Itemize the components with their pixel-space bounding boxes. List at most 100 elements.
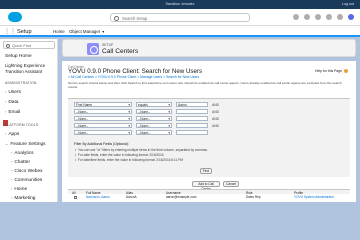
column-header-username[interactable]: Username [166,191,181,195]
page-title: Call Centers [102,48,139,55]
global-header: Search Setup [0,9,360,26]
chevron-right-icon: › [5,89,7,94]
row-checkbox[interactable] [74,196,77,199]
quick-find-input[interactable]: Quick Find [3,41,55,49]
tab-object-manager[interactable]: Object Manager [69,29,104,34]
chevron-right-icon: › [5,99,7,104]
operator-select[interactable]: equals [136,102,172,107]
gear-icon[interactable] [326,14,332,20]
chevron-right-icon: › [11,186,13,191]
page-subtitle: SETUP [102,43,114,47]
add-to-call-center-button[interactable]: Add to Call Center [192,181,220,191]
operator-select[interactable]: --None-- [136,116,172,121]
sidebar-item-analytics[interactable]: › Analytics [11,150,34,156]
value-input[interactable] [176,130,208,135]
sidebar-item-transition-assistant[interactable]: Transition Assistant [5,69,42,74]
setup-search-input[interactable]: Search Setup [110,13,250,22]
value-input[interactable] [176,116,208,121]
sidebar-item-chatter[interactable]: › Chatter [11,159,30,165]
value-input[interactable] [176,123,208,128]
sandbox-banner: Sandbox: emodev Log out [0,0,360,9]
advanced-filter-label[interactable]: Filter By Additional Fields (Optional): [74,142,129,146]
operator-select[interactable]: --None-- [136,123,172,128]
field-select[interactable]: --None-- [74,116,132,121]
setup-sidebar: Quick Find Setup Home Lightning Experien… [0,39,58,202]
conjunction-label: AND [212,116,219,121]
page-header: SETUP Call Centers [62,39,356,57]
table-row: Aaronson, Aaron AaronA aaron@example.com… [68,195,350,200]
row-alias: AaronA [126,195,137,199]
sidebar-item-email[interactable]: › Email [5,109,20,115]
filter-tip: For date fields, enter the value in foll… [75,153,164,157]
chevron-right-icon: › [11,159,13,164]
app-name: Setup [17,28,32,35]
sidebar-item-home[interactable]: › Home [11,186,27,192]
call-center-icon [87,43,99,55]
sidebar-item-label: Users [8,90,21,95]
breadcrumb[interactable]: « All Call Centers > YOVU 0.9.0 Phone Cl… [68,75,199,79]
sidebar-item-lightning-experience[interactable]: Lightning Experience [5,63,45,68]
bell-icon[interactable] [337,14,343,20]
avatar[interactable] [348,14,354,20]
column-header-select-all[interactable]: All [72,191,76,195]
sidebar-item-label: Marketing [14,196,36,201]
sidebar-item-communities[interactable]: › Communities [11,177,42,183]
favorites-icon[interactable] [293,14,299,20]
filter-row: --None-- --None-- AND [74,123,219,128]
quick-find-placeholder: Quick Find [12,43,32,48]
row-full-name[interactable]: Aaronson, Aaron [86,195,110,199]
sidebar-item-label: Feature Settings [10,142,46,147]
filter-tip: You can use "or" filters by entering mul… [75,148,208,152]
row-profile[interactable]: YOVU System Administrator [294,195,334,199]
find-button[interactable]: Find [200,168,212,174]
logout-link[interactable]: Log out [342,2,354,6]
field-select[interactable]: First Name [74,102,132,107]
row-username: aaron@example.com [166,195,197,199]
operator-select[interactable]: --None-- [136,109,172,114]
filter-row: First Name equals Aaron AND [74,102,219,107]
sidebar-item-data[interactable]: › Data [5,99,18,105]
chevron-right-icon: › [5,131,7,136]
panel-description: Set the search criteria below and then c… [68,81,342,89]
filter-row: --None-- --None-- AND [74,109,219,114]
help-icon[interactable] [315,14,321,20]
column-header-alias[interactable]: Alias [126,191,133,195]
add-icon[interactable] [304,14,310,20]
search-placeholder: Search Setup [122,15,148,21]
sidebar-item-apps[interactable]: › Apps [5,131,19,137]
sidebar-item-cisco-webex[interactable]: › Cisco Webex [11,168,43,174]
main-content: SETUP Call Centers Call Center YOVU 0.9.… [62,39,358,202]
sidebar-item-setup-home[interactable]: Setup Home [5,54,32,59]
filter-row: --None-- --None-- AND [74,116,219,121]
sidebar-item-marketing[interactable]: › Marketing [11,195,35,201]
help-link[interactable]: Help for this Page [315,69,348,73]
filter-row: --None-- --None-- [74,130,212,135]
column-header-profile[interactable]: Profile [294,191,303,195]
value-input[interactable] [176,109,208,114]
sidebar-item-label: Cisco Webex [14,169,43,174]
operator-select[interactable]: --None-- [136,130,172,135]
field-select[interactable]: --None-- [74,123,132,128]
app-launcher-icon[interactable]: ⋮⋮ [4,28,16,35]
column-header-role[interactable]: Role [246,191,253,195]
field-select[interactable]: --None-- [74,109,132,114]
sidebar-item-users[interactable]: › Users [5,89,21,95]
salesforce-logo[interactable] [8,12,22,22]
chevron-down-icon: ⌄ [5,141,9,146]
tab-home[interactable]: Home [53,29,65,34]
row-role: Sales Rep [246,195,261,199]
chevron-right-icon: › [11,195,13,200]
sidebar-item-feature-settings[interactable]: ⌄ Feature Settings [5,141,46,147]
value-input[interactable]: Aaron [176,102,208,107]
chevron-right-icon: › [11,177,13,182]
sidebar-item-label: Email [8,110,21,115]
header-actions [293,14,354,20]
sidebar-item-label: Apps [8,132,20,137]
column-header-full-name[interactable]: Full Name [86,191,101,195]
chevron-right-icon: › [11,150,13,155]
sidebar-section-administration: ADMINISTRATION [5,81,37,85]
cancel-button[interactable]: Cancel [223,181,239,187]
field-select[interactable]: --None-- [74,130,132,135]
sidebar-item-label: Chatter [14,160,31,165]
sidebar-item-label: Home [14,187,28,192]
